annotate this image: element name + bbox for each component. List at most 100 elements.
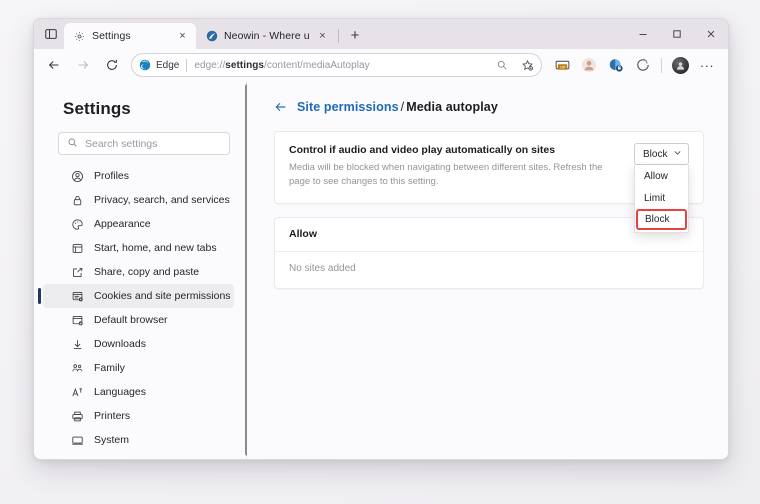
search-input[interactable]: Search settings — [58, 132, 230, 155]
tab-neowin[interactable]: Neowin - Where unprofessional × — [196, 23, 336, 49]
address-divider — [186, 59, 187, 72]
tab-title: Neowin - Where unprofessional — [224, 30, 309, 42]
sidebar-item-label: Privacy, search, and services — [94, 194, 230, 206]
autoplay-select-value: Block — [643, 149, 667, 160]
sidebar-item-label: Default browser — [94, 314, 168, 326]
close-button[interactable] — [694, 19, 728, 49]
sidebar-item-label: Family — [94, 362, 125, 374]
zoom-icon[interactable] — [492, 55, 512, 75]
browser-toolbar: Edge edge://settings/content/mediaAutopl… — [34, 49, 728, 81]
sidebar-item-label: Cookies and site permissions — [94, 290, 231, 302]
edge-logo-icon — [139, 59, 151, 71]
sidebar-item-label: Downloads — [94, 338, 146, 350]
browser-window: Settings × Neowin - Where unprofessional… — [33, 18, 729, 460]
settings-nav-list: Profiles Privacy, search, and services — [34, 164, 246, 460]
breadcrumb: Site permissions/Media autoplay — [274, 100, 704, 114]
sidebar-item-profiles[interactable]: Profiles — [43, 164, 234, 188]
system-icon — [70, 433, 84, 447]
sidebar-item-default-browser[interactable]: Default browser — [43, 308, 234, 332]
dropdown-option-limit[interactable]: Limit — [635, 187, 688, 209]
favorite-star-icon[interactable] — [517, 55, 537, 75]
copilot-icon[interactable] — [630, 52, 656, 78]
maximize-button[interactable] — [660, 19, 694, 49]
search-icon — [67, 135, 78, 153]
forward-button[interactable] — [69, 52, 97, 78]
toolbar-divider — [661, 58, 662, 73]
cookies-icon — [70, 289, 84, 303]
sidebar-item-label: Share, copy and paste — [94, 266, 199, 278]
search-placeholder: Search settings — [85, 138, 157, 150]
breadcrumb-text: Site permissions/Media autoplay — [297, 100, 498, 114]
sidebar-item-label: Profiles — [94, 170, 129, 182]
tab-title: Settings — [92, 30, 169, 42]
share-icon — [70, 265, 84, 279]
autoplay-select[interactable]: Block — [634, 143, 689, 165]
sidebar-item-label: Reset settings — [94, 458, 161, 460]
sidebar-item-cookies-and-site-permissions[interactable]: Cookies and site permissions — [43, 284, 234, 308]
control-title: Control if audio and video play automati… — [289, 144, 671, 156]
address-bar[interactable]: Edge edge://settings/content/mediaAutopl… — [131, 53, 542, 77]
control-text-block: Control if audio and video play automati… — [289, 144, 689, 190]
address-brand-label: Edge — [156, 60, 179, 71]
sidebar-item-label: System — [94, 434, 129, 446]
dropdown-option-allow[interactable]: Allow — [635, 165, 688, 187]
breadcrumb-separator: / — [401, 100, 405, 114]
settings-and-more-button[interactable]: ··· — [694, 52, 720, 78]
allow-list-empty-text: No sites added — [275, 252, 703, 288]
collections-icon[interactable]: Off — [549, 52, 575, 78]
reset-icon — [70, 457, 84, 460]
avatar — [672, 57, 689, 74]
sidebar-item-reset-settings[interactable]: Reset settings — [43, 452, 234, 460]
sidebar-item-languages[interactable]: Languages — [43, 380, 234, 404]
browser-essentials-icon[interactable] — [603, 52, 629, 78]
sidebar-item-family[interactable]: Family — [43, 356, 234, 380]
sidebar-item-system[interactable]: System — [43, 428, 234, 452]
start-home-icon — [70, 241, 84, 255]
breadcrumb-current: Media autoplay — [406, 100, 498, 114]
settings-page: Settings Search settings — [34, 81, 728, 459]
url-prefix: edge:// — [194, 60, 225, 71]
sidebar-item-appearance[interactable]: Appearance — [43, 212, 234, 236]
autoplay-dropdown-list[interactable]: Allow Limit Block — [634, 165, 689, 233]
settings-sidebar: Settings Search settings — [34, 81, 247, 459]
url-bold: settings — [225, 60, 264, 71]
back-arrow-icon[interactable] — [274, 100, 288, 114]
appearance-icon — [70, 217, 84, 231]
control-description: Media will be blocked when navigating be… — [289, 161, 619, 190]
address-url-text: edge://settings/content/mediaAutoplay — [194, 60, 487, 71]
tab-close-icon[interactable]: × — [315, 29, 330, 44]
media-autoplay-control-card: Control if audio and video play automati… — [274, 131, 704, 204]
profile-icon[interactable] — [576, 52, 602, 78]
breadcrumb-parent-link[interactable]: Site permissions — [297, 100, 399, 114]
page-title: Settings — [34, 99, 246, 119]
sidebar-item-privacy[interactable]: Privacy, search, and services — [43, 188, 234, 212]
back-button[interactable] — [40, 52, 68, 78]
sidebar-item-label: Start, home, and new tabs — [94, 242, 217, 254]
sidebar-item-share-copy-paste[interactable]: Share, copy and paste — [43, 260, 234, 284]
chevron-down-icon — [673, 148, 682, 160]
tab-strip: Settings × Neowin - Where unprofessional… — [34, 19, 728, 49]
sidebar-item-printers[interactable]: Printers — [43, 404, 234, 428]
svg-text:Off: Off — [559, 64, 565, 69]
window-controls — [626, 19, 728, 49]
settings-content: Site permissions/Media autoplay Control … — [247, 81, 728, 459]
sidebar-item-start-home[interactable]: Start, home, and new tabs — [43, 236, 234, 260]
dropdown-option-block[interactable]: Block — [636, 209, 687, 230]
tab-close-icon[interactable]: × — [175, 29, 190, 44]
languages-icon — [70, 385, 84, 399]
new-tab-button[interactable]: + — [343, 23, 367, 47]
sidebar-item-label: Languages — [94, 386, 146, 398]
family-icon — [70, 361, 84, 375]
minimize-button[interactable] — [626, 19, 660, 49]
profiles-icon — [70, 169, 84, 183]
refresh-button[interactable] — [98, 52, 126, 78]
printer-icon — [70, 409, 84, 423]
account-avatar[interactable] — [667, 52, 693, 78]
sidebar-item-downloads[interactable]: Downloads — [43, 332, 234, 356]
tab-search-icon[interactable] — [38, 21, 64, 47]
sidebar-item-label: Printers — [94, 410, 130, 422]
tab-settings[interactable]: Settings × — [64, 23, 196, 49]
url-suffix: /content/mediaAutoplay — [264, 60, 370, 71]
neowin-icon — [205, 30, 218, 43]
default-browser-icon — [70, 313, 84, 327]
